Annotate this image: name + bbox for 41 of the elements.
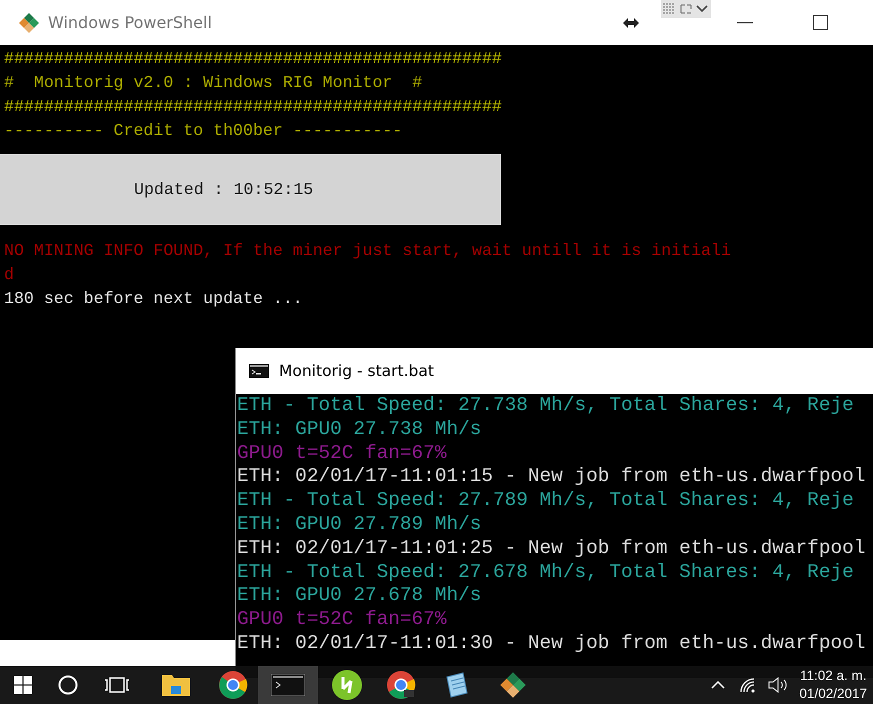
console-line: ETH: GPU0 27.678 Mh/s [237, 584, 482, 608]
console-line: ---------- Credit to th00ber ----------- [4, 120, 402, 142]
console-line: ETH: 02/01/17-11:01:15 - New job from eth-us.dwarfpool [237, 465, 866, 490]
console-line: ETH: 02/01/17-11:01:25 - New job from eth-us.dwarfpool [237, 536, 866, 561]
console-line: ETH - Total Speed: 27.738 Mh/s, Total Shares: 4, Reje [237, 394, 854, 418]
app-logo-icon[interactable] [499, 671, 527, 699]
console-line: ETH: GPU0 27.789 Mh/s [237, 512, 482, 537]
error-line: d [4, 264, 14, 286]
maximize-icon[interactable] [813, 15, 828, 30]
error-line: NO MINING INFO FOUND, If the miner just start, wait untill it is initiali [4, 240, 731, 262]
console-line: 180 sec before next update ... [4, 288, 303, 310]
windows-start-icon[interactable] [14, 676, 32, 694]
round-app-icon[interactable] [331, 669, 363, 701]
console-line: ################################################## [4, 96, 502, 118]
clock-time[interactable]: 11:02 a. m. [800, 667, 866, 685]
chrome-icon[interactable] [218, 670, 248, 700]
app-logo-icon [18, 12, 40, 34]
console-line: ################################################## [4, 48, 502, 70]
console-icon[interactable] [271, 674, 305, 696]
caret-up-icon[interactable] [711, 681, 726, 689]
console-icon [249, 364, 269, 378]
task-view-icon[interactable] [104, 677, 130, 693]
volume-icon[interactable] [768, 677, 788, 693]
console-line: # Monitorig v2.0 : Windows RIG Monitor # [4, 72, 422, 94]
console-line: GPU0 t=52C fan=67% [237, 442, 446, 466]
folder-icon[interactable] [161, 672, 191, 698]
search-circle-icon[interactable] [58, 675, 78, 695]
minimize-icon[interactable] [737, 22, 753, 24]
console-line: ETH - Total Speed: 27.678 Mh/s, Total Shares: 4, Reje [237, 560, 854, 584]
update-time-text: Updated : 10:52:15 [134, 178, 314, 200]
window-title: Windows PowerShell [48, 13, 212, 32]
window-title: Monitorig - start.bat [279, 362, 434, 380]
console-line: ETH: GPU0 27.738 Mh/s [237, 418, 482, 442]
console-line: ETH - Total Speed: 27.789 Mh/s, Total Shares: 4, Reje [237, 489, 854, 513]
resize-arrow-icon [623, 18, 639, 28]
wifi-icon[interactable] [739, 677, 758, 693]
clock-date[interactable]: 01/02/2017 [799, 685, 867, 703]
console-line: ETH: 02/01/17-11:01:30 - New job from eth-us.dwarfpool [237, 632, 866, 656]
console-line: GPU0 t=52C fan=67% [237, 608, 446, 632]
layout-grid-icon[interactable] [661, 0, 711, 18]
chrome-icon[interactable] [386, 670, 416, 700]
